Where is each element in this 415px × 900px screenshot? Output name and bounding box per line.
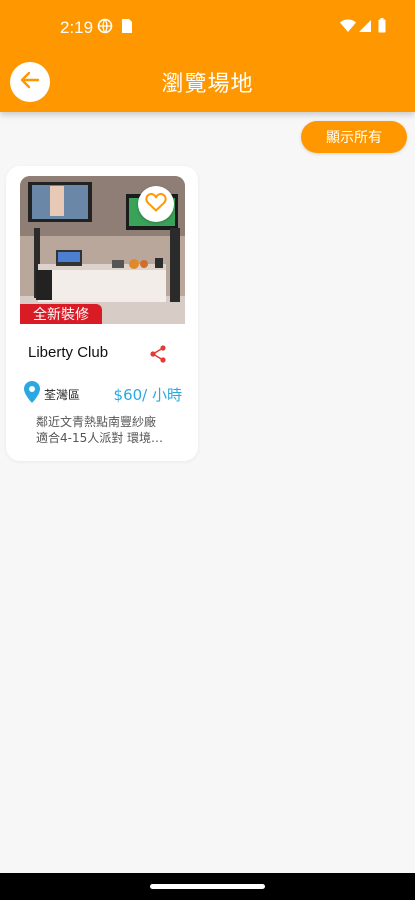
vpn-globe-icon <box>97 18 113 38</box>
page-title: 瀏覽場地 <box>161 72 254 97</box>
venue-description: 鄰近文青熱點南豐紗廠 適合4-15人派對 環境… <box>36 414 181 446</box>
wifi-icon <box>340 18 356 37</box>
show-all-button[interactable]: 顯示所有 <box>301 121 407 153</box>
heart-outline-icon <box>145 192 167 216</box>
home-gesture-handle[interactable] <box>150 884 265 889</box>
system-nav-bar <box>0 873 415 900</box>
description-line: 鄰近文青熱點南豐紗廠 <box>36 415 157 429</box>
venue-photo: 全新裝修 <box>20 176 185 324</box>
venue-card[interactable]: 全新裝修 Liberty Club 荃灣區 $60/ 小時 鄰近文青熱點南豐紗廠… <box>6 166 198 461</box>
renovation-badge: 全新裝修 <box>20 304 102 324</box>
sim-card-icon <box>121 18 133 38</box>
app-bar: 2:19 瀏覽場地 <box>0 0 415 112</box>
battery-icon <box>378 18 386 37</box>
venue-name: Liberty Club <box>28 344 109 361</box>
venue-district: 荃灣區 <box>44 388 81 402</box>
venue-price: $60/ 小時 <box>113 386 182 404</box>
location-pin-icon <box>24 381 40 407</box>
cell-signal-icon <box>358 18 372 37</box>
description-line: 適合4-15人派對 環境… <box>36 431 164 445</box>
status-bar: 2:19 <box>0 0 415 56</box>
status-time: 2:19 <box>60 18 94 37</box>
share-icon[interactable] <box>148 344 168 364</box>
favorite-button[interactable] <box>138 186 174 222</box>
